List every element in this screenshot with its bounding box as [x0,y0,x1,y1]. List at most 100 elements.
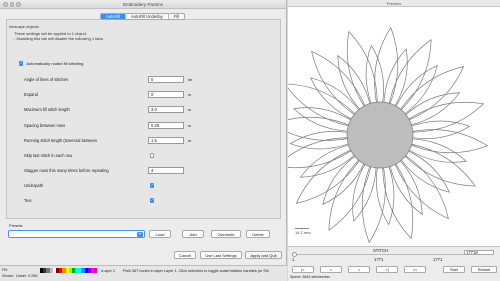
dialog-titlebar[interactable]: Embroidery Params [0,0,286,9]
param-label: Spacing between rows [24,123,66,128]
chevron-down-icon: ▾ [137,231,143,238]
last-frame-button[interactable]: >| [376,266,398,273]
param-label: Stagger rows this many times before repe… [24,168,109,173]
stagger-field[interactable]: 4 [148,167,184,174]
flower-center-fill [346,101,414,169]
add-preset-button[interactable]: Add [182,230,204,238]
petal-outline [403,92,461,126]
petal-outline [311,50,367,117]
underpath-checkbox[interactable]: ✓ [150,183,155,188]
petal-outline [374,26,399,107]
frame-slider-track[interactable] [294,254,464,255]
info-line-2: - Disabling this tab will disable the fo… [14,36,104,42]
param-row-expand: Expand 0 m [24,90,224,99]
param-row-ties: Ties ✓ [24,196,224,205]
petal-outline [388,39,432,113]
param-unit: m [188,107,192,112]
skip-last-checkbox[interactable]: ✓ [150,153,155,158]
delete-preset-button[interactable]: Delete [246,230,270,238]
param-row-skip-last: Skip last stitch in each row ✓ [24,151,224,160]
petal-outline [383,48,408,109]
auto-routed-checkbox[interactable]: ✓ [19,61,24,66]
param-row-stagger: Stagger rows this many times before repe… [24,166,224,175]
stroke-width[interactable]: 0.265 [28,274,38,278]
simulator-titlebar[interactable]: Preview [288,0,500,7]
next-frame-button[interactable]: > [348,266,370,273]
stroke-label: Stroke: [2,274,15,278]
petal-outline [295,148,362,204]
close-window-button[interactable] [3,2,8,7]
expand-field[interactable]: 0 [148,91,184,98]
zoom-window-button[interactable] [16,2,21,7]
start-button[interactable]: Start [443,266,465,273]
status-message: Path 367 nodes in layer Layer 1. Click s… [123,269,269,273]
restart-button[interactable]: Restart [471,266,497,273]
petal-outline [346,30,378,109]
minimize-window-button[interactable] [9,2,15,7]
tab-bar: AutoFill AutoFill Underlay Fill [100,13,186,20]
tab-autofill[interactable]: AutoFill [101,14,126,19]
param-row-spacing: Spacing between rows 0.25 m [24,121,224,130]
petal-outline [328,157,372,231]
simulator-window: Preview 14.2 mm STITCH 1 1771 17718 1771… [288,0,500,281]
petal-outline [389,158,423,216]
apply-and-quit-button[interactable]: Apply and Quit [245,251,282,259]
section-legend: Inkscape objects [9,24,39,29]
param-unit: m [188,123,192,128]
auto-routed-label: Automatically routed fill stitching [26,61,84,66]
petal-outline [288,116,352,141]
speed-label: Speed: 3643 stitches/sec [290,275,331,279]
color-palette[interactable] [40,268,98,273]
petal-outline [393,153,449,220]
overwrite-preset-button[interactable]: Overwrite [211,230,241,238]
petal-outline [337,54,371,112]
petal-outline [406,101,485,133]
param-label: Underpath [24,183,44,188]
petal-outline [352,161,377,222]
petal-outline [293,107,354,132]
frame-current-label: 1771 [374,257,384,262]
auto-routed-row[interactable]: ✓ Automatically routed fill stitching [19,61,83,66]
petal-outline [398,66,465,122]
petal-outline [402,143,476,187]
frame-start-label: 1 [292,257,295,262]
param-row-max-stitch: Maximum fill stitch length 3.0 m [24,105,224,114]
param-unit: m [188,92,192,97]
param-label: Angle of lines of stitches [24,77,69,82]
angle-field[interactable]: 0 [148,76,184,83]
embroidery-params-dialog: Embroidery Params AutoFill AutoFill Unde… [0,0,287,265]
load-preset-button[interactable]: Load [149,230,171,238]
dialog-title: Embroidery Params [123,2,163,7]
param-row-angle: Angle of lines of stitches 0 de [24,75,224,84]
petal-outline [382,161,414,240]
spacing-field[interactable]: 0.25 [148,122,184,129]
stroke-value[interactable]: Unset [16,274,26,278]
frame-slider-knob[interactable] [292,251,297,257]
stitch-preview-canvas[interactable] [288,7,500,245]
stitch-type-label: STITCH [373,248,389,253]
param-unit: de [188,77,193,82]
frame-total-field[interactable]: 17718 [464,250,494,255]
use-last-settings-button[interactable]: Use Last Settings [200,251,242,259]
first-frame-button[interactable]: |< [292,266,314,273]
frame-field[interactable]: 1771 [433,257,442,262]
petal-outline [361,163,386,244]
rewind-button[interactable]: << [404,266,426,273]
prev-frame-button[interactable]: < [320,266,342,273]
preset-select[interactable]: ▾ [8,230,145,238]
tab-fill[interactable]: Fill [169,14,184,19]
ties-checkbox[interactable]: ✓ [150,198,155,203]
cancel-button[interactable]: Cancel [174,251,196,259]
petal-outline [408,129,489,154]
param-label: Ties [24,198,32,203]
simulator-controls: STITCH 1 1771 17718 1771 |< < > >| << St… [288,246,500,281]
tab-autofill-underlay[interactable]: AutoFill Underlay [126,14,169,19]
inkscape-status-bar: Fill: Stroke: Unset 0.265 •Layer 1 Path … [0,265,287,281]
layer-selector[interactable]: •Layer 1 [101,269,115,273]
param-label: Skip last stitch in each row [24,153,73,158]
running-stitch-field[interactable]: 1.5 [148,137,184,144]
max-stitch-field[interactable]: 3.0 [148,106,184,113]
param-unit: m [188,138,192,143]
presets-label: Presets [9,223,23,228]
scale-bar [295,228,309,229]
